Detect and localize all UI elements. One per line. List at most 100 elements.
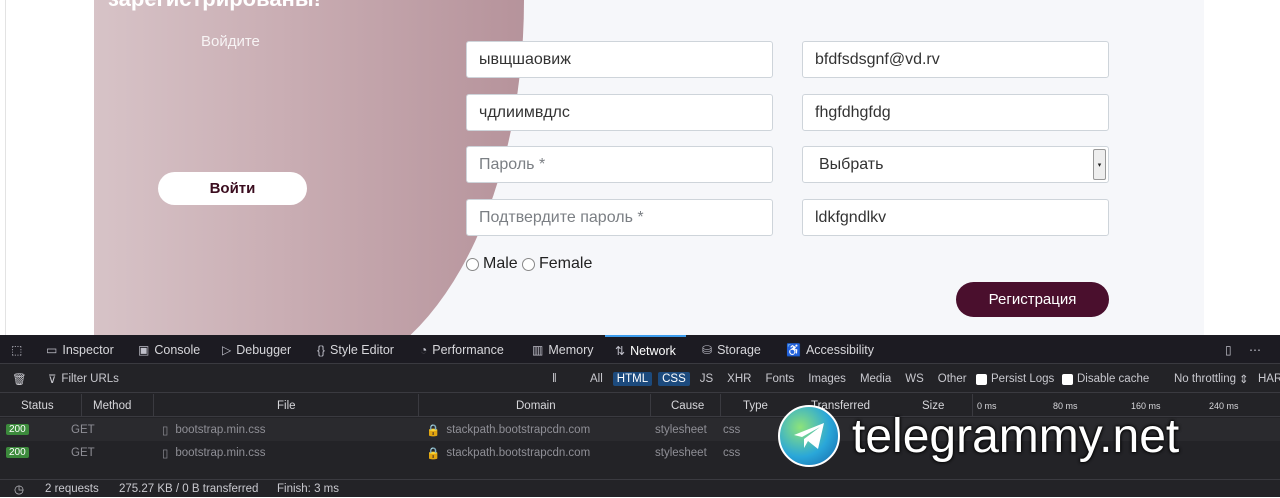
type-filters: All HTML CSS JS XHR Fonts Images Media W… <box>586 365 971 393</box>
devtools-tabbar: ⬚ ▭ Inspector ▣ Console ▷ Debugger {} Style … <box>0 335 1280 364</box>
tab-debugger[interactable]: ▷ Debugger <box>222 335 291 364</box>
status-badge: 200 <box>6 447 29 458</box>
filter-all[interactable]: All <box>586 372 607 386</box>
password-field[interactable]: Пароль * <box>466 146 773 183</box>
role-select[interactable]: Выбрать ▾ <box>802 146 1109 183</box>
inspector-icon: ▭ <box>46 342 58 357</box>
col-type[interactable]: Type <box>743 394 768 417</box>
confirm-password-field[interactable]: Подтвердите пароль * <box>466 199 773 236</box>
updown-icon: ⇕ <box>1239 374 1249 386</box>
request-method: GET <box>71 423 95 436</box>
trash-icon[interactable]: 🗑 <box>12 365 27 393</box>
pause-icon[interactable]: ‖ <box>552 365 557 393</box>
filter-media[interactable]: Media <box>856 372 895 386</box>
filter-fonts[interactable]: Fonts <box>761 372 798 386</box>
tab-label: Style Editor <box>330 342 394 357</box>
tab-memory[interactable]: ▥ Memory <box>532 335 594 364</box>
memory-icon: ▥ <box>532 342 544 357</box>
throttling-select[interactable]: No throttling ⇕ <box>1174 365 1249 393</box>
checkbox-box <box>976 373 987 385</box>
lock-icon: 🔒 <box>426 424 441 437</box>
lock-icon: 🔒 <box>426 447 441 460</box>
persist-logs-checkbox[interactable]: Persist Logs <box>976 365 1054 393</box>
tab-label: Inspector <box>62 342 114 357</box>
dock-icon[interactable]: ▯ <box>1225 335 1232 364</box>
tab-label: Performance <box>432 342 504 357</box>
request-domain: 🔒 stackpath.bootstrapcdn.com <box>426 441 590 464</box>
network-icon: ⇅ <box>615 343 626 358</box>
panel-subtitle: Войдите <box>201 33 260 50</box>
storage-icon: ⛁ <box>702 342 713 357</box>
tab-performance[interactable]: ◔ Performance <box>420 335 504 364</box>
watermark: telegrammy.net <box>778 401 1268 471</box>
persist-logs-label: Persist Logs <box>991 373 1055 385</box>
domain-name: stackpath.bootstrapcdn.com <box>446 446 591 459</box>
filter-placeholder: Filter URLs <box>61 373 119 385</box>
tab-label: Debugger <box>236 342 292 357</box>
tab-style-editor[interactable]: {} Style Editor <box>317 335 394 364</box>
debugger-icon: ▷ <box>222 342 232 357</box>
finish-time: Finish: 3 ms <box>277 483 339 495</box>
filter-other[interactable]: Other <box>934 372 971 386</box>
column-divider <box>720 394 721 417</box>
watermark-text: telegrammy.net <box>852 409 1180 463</box>
more-icon[interactable]: ⋯ <box>1249 335 1261 364</box>
web-page: зарегистрированы! Войдите Войти ывщшаови… <box>0 0 1280 335</box>
braces-icon: {} <box>317 342 326 357</box>
male-radio[interactable] <box>466 258 479 271</box>
transferred-total: 275.27 KB / 0 B transferred <box>119 483 259 495</box>
tab-label: Accessibility <box>805 342 875 357</box>
domain-name: stackpath.bootstrapcdn.com <box>446 423 591 436</box>
role-select-value: Выбрать <box>819 155 884 173</box>
column-divider <box>650 394 651 417</box>
request-count: 2 requests <box>45 483 99 495</box>
tab-storage[interactable]: ⛁ Storage <box>702 335 761 364</box>
female-radio[interactable] <box>522 258 535 271</box>
col-method[interactable]: Method <box>93 394 131 417</box>
tab-network[interactable]: ⇅ Network <box>605 335 686 364</box>
request-cause: stylesheet <box>655 423 707 436</box>
throttling-value: No throttling <box>1174 373 1237 385</box>
filter-images[interactable]: Images <box>804 372 850 386</box>
tab-label: Console <box>154 342 201 357</box>
tab-inspector[interactable]: ▭ Inspector <box>46 335 114 364</box>
filter-ws[interactable]: WS <box>901 372 928 386</box>
disable-cache-checkbox[interactable]: Disable cache <box>1062 365 1149 393</box>
column-divider <box>81 394 82 417</box>
tab-label: Storage <box>717 342 761 357</box>
pick-element-icon[interactable]: ⬚ <box>11 335 22 364</box>
telegram-logo-icon <box>778 405 840 467</box>
column-divider <box>153 394 154 417</box>
col-file[interactable]: File <box>277 394 296 417</box>
filter-xhr[interactable]: XHR <box>723 372 755 386</box>
login-field[interactable]: fhgfdhgfdg <box>802 94 1109 131</box>
col-cause[interactable]: Cause <box>671 394 704 417</box>
welcome-panel <box>94 0 524 335</box>
extra-field[interactable]: ldkfgndlkv <box>802 199 1109 236</box>
filter-html[interactable]: HTML <box>612 372 653 386</box>
tab-console[interactable]: ▣ Console <box>138 335 200 364</box>
column-divider <box>418 394 419 417</box>
col-domain[interactable]: Domain <box>516 394 556 417</box>
name-field[interactable]: ывщшаовиж <box>466 41 773 78</box>
filter-css[interactable]: CSS <box>658 372 690 386</box>
chevron-down-icon[interactable]: ▾ <box>1093 149 1106 180</box>
filter-urls-input[interactable]: ⊽ Filter URLs <box>48 365 119 393</box>
filter-icon: ⊽ <box>48 374 57 386</box>
status-badge: 200 <box>6 424 29 435</box>
request-file: ▯ bootstrap.min.css <box>162 418 265 441</box>
col-status[interactable]: Status <box>21 394 54 417</box>
request-domain: 🔒 stackpath.bootstrapcdn.com <box>426 418 590 441</box>
tab-accessibility[interactable]: ♿ Accessibility <box>786 335 874 364</box>
file-name: bootstrap.min.css <box>175 446 266 459</box>
email-field[interactable]: bfdfsdsgnf@vd.rv <box>802 41 1109 78</box>
har-menu[interactable]: HAR <box>1258 365 1280 393</box>
request-type: css <box>723 423 741 436</box>
filter-js[interactable]: JS <box>696 372 717 386</box>
login-button[interactable]: Войти <box>158 172 307 205</box>
register-button[interactable]: Регистрация <box>956 282 1109 317</box>
clock-icon: ◷ <box>14 484 25 496</box>
file-icon: ▯ <box>162 424 169 437</box>
page-edge <box>0 0 6 335</box>
surname-field[interactable]: чдлиимвдлс <box>466 94 773 131</box>
